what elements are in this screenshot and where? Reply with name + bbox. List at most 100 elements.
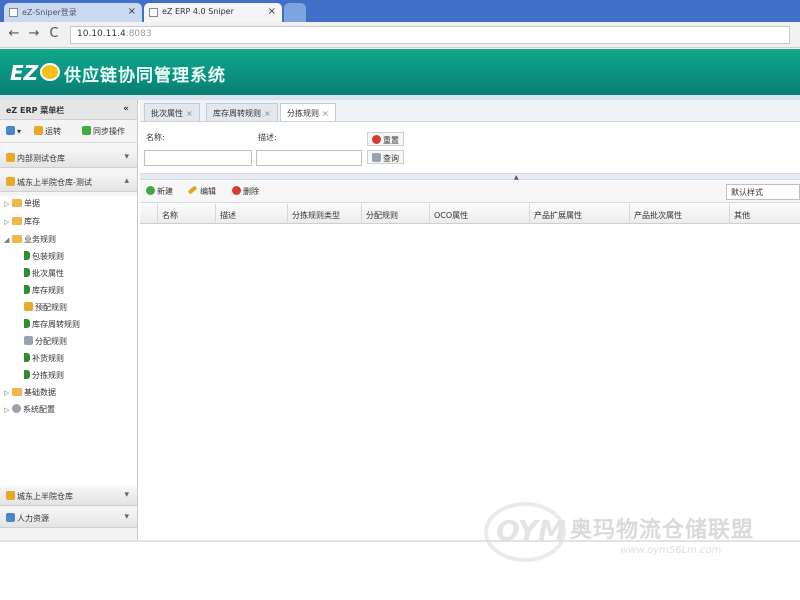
delete-icon <box>232 186 241 195</box>
view-style-select[interactable]: 默认样式 <box>726 184 800 200</box>
flag-icon <box>24 353 30 362</box>
reset-icon <box>372 135 381 144</box>
grid-toolbar: 新建 编辑 删除 默认样式 <box>140 181 800 203</box>
expand-arrow-icon[interactable]: ▷ <box>4 406 12 414</box>
tree-node-label: 库存周转规则 <box>32 320 80 329</box>
browser-tab-erp[interactable]: eZ ERP 4.0 Sniper × <box>144 3 282 22</box>
sidebar-tool-label: 同步操作 <box>93 127 125 136</box>
add-icon <box>146 186 155 195</box>
edit-button-label: 编辑 <box>200 187 216 196</box>
grid-col-description[interactable]: 描述 <box>216 204 288 224</box>
tab-batch-attributes[interactable]: 批次属性 × <box>144 103 200 121</box>
expand-arrow-icon[interactable]: ▷ <box>4 218 12 226</box>
address-bar[interactable]: 10.10.11.4:8083 <box>70 26 790 44</box>
warehouse-icon <box>6 491 15 500</box>
tree-node-stock-rules[interactable]: 库存规则 <box>24 285 64 296</box>
add-button[interactable]: 新建 <box>146 186 173 197</box>
sidebar-tree: ▷ 单据 ▷ 库存 ◢ 业务规则 包装规则 批次属性 库存规则 预配规则 库存周转规则… <box>0 196 137 486</box>
reset-button[interactable]: 重置 <box>367 132 404 146</box>
page-tabs: 批次属性 × 库存周转规则 × 分拣规则 × <box>140 100 800 122</box>
forward-icon[interactable]: → <box>26 26 42 41</box>
sidebar-toolbar: ▾ 运转 同步操作 <box>0 121 137 143</box>
panel-splitter[interactable]: ▲ <box>140 173 800 181</box>
grid-col-allocation-rule[interactable]: 分配规则 <box>362 204 430 224</box>
expand-arrow-icon[interactable]: ▷ <box>4 389 12 397</box>
desc-label: 描述: <box>258 133 277 142</box>
tree-node-label: 预配规则 <box>35 303 67 312</box>
sidebar-tool-label: 运转 <box>45 127 61 136</box>
gear-icon <box>12 404 21 413</box>
tree-node-preallocation-rules[interactable]: 预配规则 <box>24 302 67 313</box>
close-icon[interactable]: × <box>268 6 276 17</box>
tab-rotation-rules[interactable]: 库存周转规则 × <box>206 103 278 121</box>
grid-col-checkbox[interactable] <box>140 204 158 224</box>
close-icon[interactable]: × <box>128 6 136 17</box>
tree-node-batch-attributes[interactable]: 批次属性 <box>24 268 64 279</box>
folder-icon <box>12 388 22 396</box>
delete-button[interactable]: 删除 <box>232 186 259 197</box>
tree-node-inventory[interactable]: ▷ 库存 <box>4 216 40 227</box>
sidebar-group-internal-test[interactable]: 内部测试仓库 ▾ <box>0 148 137 168</box>
flag-icon <box>24 370 30 379</box>
tree-node-label: 单据 <box>24 199 40 208</box>
browser-tab-login[interactable]: eZ-Sniper登录 × <box>4 3 142 22</box>
flag-icon <box>24 268 30 277</box>
tree-node-sorting-rules[interactable]: 分拣规则 <box>24 370 64 381</box>
name-input[interactable] <box>144 150 252 166</box>
tree-node-base-data[interactable]: ▷ 基础数据 <box>4 387 56 398</box>
tree-node-rotation-rules[interactable]: 库存周转规则 <box>24 319 80 330</box>
sync-icon <box>82 126 91 135</box>
tab-label: 批次属性 <box>151 109 183 118</box>
tree-node-documents[interactable]: ▷ 单据 <box>4 198 40 209</box>
sidebar-group-label: 人力资源 <box>17 514 49 523</box>
sidebar-group-hr[interactable]: 人力资源 ▾ <box>0 508 137 528</box>
grid-col-product-ext-attr[interactable]: 产品扩展属性 <box>530 204 630 224</box>
tab-label: 库存周转规则 <box>213 109 261 118</box>
reload-icon[interactable]: C <box>46 26 62 41</box>
close-icon[interactable]: × <box>186 109 193 118</box>
tab-sorting-rules[interactable]: 分拣规则 × <box>280 103 336 121</box>
flag-icon <box>24 302 33 311</box>
new-tab-button[interactable] <box>284 3 306 22</box>
back-icon[interactable]: ← <box>6 26 22 41</box>
tree-node-packing-rules[interactable]: 包装规则 <box>24 251 64 262</box>
grid-col-sorting-type[interactable]: 分拣规则类型 <box>288 204 362 224</box>
app-header: EZ 供应链协同管理系统 <box>0 49 800 95</box>
tree-node-label: 库存规则 <box>32 286 64 295</box>
query-button[interactable]: 查询 <box>367 150 404 164</box>
sidebar-group-east-warehouse[interactable]: 城东上半院仓库 ▾ <box>0 486 137 506</box>
browser-tab-label: eZ-Sniper登录 <box>22 8 77 17</box>
sidebar-title-label: eZ ERP 菜单栏 <box>6 106 65 115</box>
watermark-mark: OYM <box>496 514 566 547</box>
flag-icon <box>24 251 30 260</box>
watermark-url: www.oym56Lm.com <box>620 545 722 556</box>
grid-col-product-batch-attr[interactable]: 产品批次属性 <box>630 204 730 224</box>
tree-node-label: 包装规则 <box>32 252 64 261</box>
sidebar-tool-run[interactable]: 运转 <box>34 126 61 137</box>
tree-node-system-config[interactable]: ▷ 系统配置 <box>4 404 55 415</box>
sidebar-group-label: 城东上半院仓库 <box>17 492 73 501</box>
close-icon[interactable]: × <box>322 109 329 118</box>
expand-icon: ▾ <box>124 490 129 500</box>
reset-button-label: 重置 <box>383 136 399 145</box>
flag-icon <box>24 319 30 328</box>
tree-node-allocation-rules[interactable]: 分配规则 <box>24 336 67 347</box>
collapse-icon[interactable]: « <box>123 104 129 114</box>
close-icon[interactable]: × <box>264 109 271 118</box>
logo-text: EZ <box>10 61 39 85</box>
expand-arrow-icon[interactable]: ▷ <box>4 200 12 208</box>
grid-col-name[interactable]: 名称 <box>158 204 216 224</box>
grid-col-oco-attr[interactable]: OCO属性 <box>430 204 530 224</box>
desc-input[interactable] <box>256 150 362 166</box>
sidebar-tool-sync[interactable]: 同步操作 <box>82 126 125 137</box>
tree-node-replenish-rules[interactable]: 补货规则 <box>24 353 64 364</box>
app-logo: EZ <box>10 61 60 85</box>
tree-node-business-rules[interactable]: ◢ 业务规则 <box>4 234 56 245</box>
edit-button[interactable]: 编辑 <box>187 185 216 197</box>
sidebar-tool-user[interactable]: ▾ <box>6 126 21 136</box>
sidebar-group-east-test[interactable]: 城东上半院仓库-测试 ▴ <box>0 172 137 192</box>
grid-col-other[interactable]: 其他 <box>730 204 800 224</box>
watermark-text: 奥玛物流仓储联盟 <box>570 518 755 543</box>
collapse-arrow-icon[interactable]: ◢ <box>4 236 12 244</box>
view-style-value: 默认样式 <box>731 188 763 197</box>
